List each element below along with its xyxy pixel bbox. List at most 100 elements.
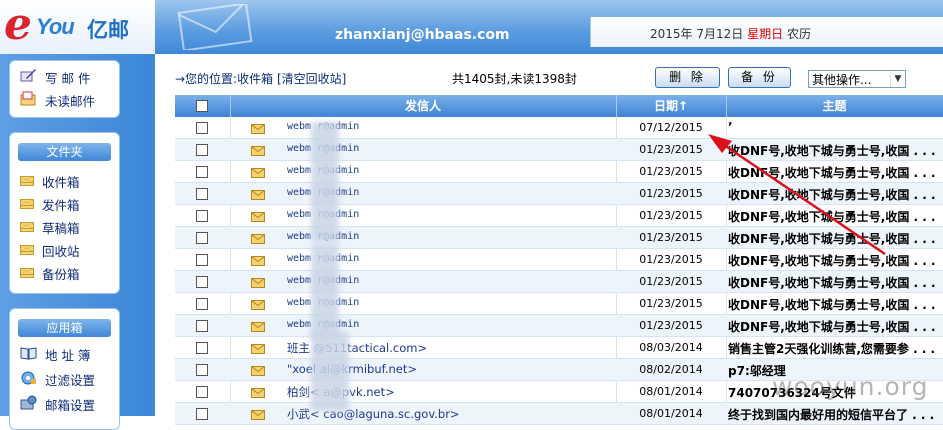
table-row[interactable]: webm r@admin01/23/2015收DNF号,收地下城与勇士号,收国 … bbox=[175, 293, 943, 315]
table-row[interactable]: webm r@admin01/23/2015收DNF号,收地下城与勇士号,收国 … bbox=[175, 249, 943, 271]
row-checkbox[interactable] bbox=[196, 210, 208, 222]
table-row[interactable]: webm r@admin01/23/2015收DNF号,收地下城与勇士号,收国 … bbox=[175, 315, 943, 337]
sidebar-item-label: 备份箱 bbox=[42, 266, 80, 282]
sidebar-item-filter[interactable]: 过滤设置 bbox=[20, 368, 95, 390]
row-checkbox[interactable] bbox=[196, 144, 208, 156]
sidebar-item-address-book[interactable]: 地 址 簿 bbox=[20, 343, 90, 365]
envelope-icon bbox=[251, 343, 265, 357]
sidebar-item-mail-settings[interactable]: 邮箱设置 bbox=[20, 393, 95, 415]
subject-link[interactable]: 收DNF号,收地下城与勇士号,收国 . . . bbox=[728, 252, 936, 269]
subject-link[interactable]: 收DNF号,收地下城与勇士号,收国 . . . bbox=[728, 274, 936, 291]
subject-link[interactable]: 收DNF号,收地下城与勇士号,收国 . . . bbox=[728, 208, 936, 225]
envelope-icon bbox=[20, 268, 34, 278]
sidebar-item-label: 回收站 bbox=[42, 243, 80, 259]
logo-e: e bbox=[4, 0, 32, 50]
logo: e You 亿邮 bbox=[0, 0, 155, 54]
mail-table-header: 发信人 日期↑ 主题 bbox=[175, 95, 943, 117]
breadcrumb: →您的位置:收件箱 [清空回收站] bbox=[175, 70, 346, 87]
sidebar-item-drafts[interactable]: 草稿箱 bbox=[20, 216, 80, 238]
subject-link[interactable]: 收DNF号,收地下城与勇士号,收国 . . . bbox=[728, 142, 936, 159]
subject-link[interactable]: 收DNF号,收地下城与勇士号,收国 . . . bbox=[728, 230, 936, 247]
empty-trash-link[interactable]: [清空回收站] bbox=[277, 72, 346, 86]
sidebar-item-backup[interactable]: 备份箱 bbox=[20, 262, 80, 284]
sender-column-header[interactable]: 发信人 bbox=[230, 95, 617, 117]
sidebar-item-inbox[interactable]: 收件箱 bbox=[20, 170, 80, 192]
row-checkbox[interactable] bbox=[196, 320, 208, 332]
row-checkbox[interactable] bbox=[196, 166, 208, 178]
date-cell: 01/23/2015 bbox=[639, 253, 703, 266]
table-row[interactable]: webm r@admin01/23/2015收DNF号,收地下城与勇士号,收国 … bbox=[175, 227, 943, 249]
subject-link[interactable]: 销售主管2天强化训练营,您需要参 . . . bbox=[728, 340, 935, 357]
backup-button[interactable]: 备 份 bbox=[728, 67, 791, 88]
chevron-down-icon[interactable]: ▼ bbox=[890, 71, 905, 87]
row-checkbox[interactable] bbox=[196, 298, 208, 310]
row-checkbox[interactable] bbox=[196, 188, 208, 200]
sidebar-item-label: 未读邮件 bbox=[45, 93, 96, 109]
sender-link[interactable]: 班主 @511tactical.com> bbox=[287, 340, 427, 356]
envelope-icon bbox=[20, 199, 34, 209]
date-cell: 08/03/2014 bbox=[639, 341, 703, 354]
subject-link[interactable]: 收DNF号,收地下城与勇士号,收国 . . . bbox=[728, 296, 936, 313]
filter-settings-icon bbox=[20, 370, 37, 388]
subject-link[interactable]: 收DNF号,收地下城与勇士号,收国 . . . bbox=[728, 186, 936, 203]
row-checkbox[interactable] bbox=[196, 254, 208, 266]
envelope-icon bbox=[251, 277, 265, 291]
other-operations-select[interactable]: 其他操作... ▼ bbox=[808, 70, 906, 88]
date-cell: 07/12/2015 bbox=[639, 121, 703, 134]
table-row[interactable]: webm r@admin01/23/2015收DNF号,收地下城与勇士号,收国 … bbox=[175, 183, 943, 205]
subject-link[interactable]: 收DNF号,收地下城与勇士号,收国 . . . bbox=[728, 318, 936, 335]
subject-link[interactable]: ’ bbox=[728, 120, 733, 134]
table-row[interactable]: webm r@admin01/23/2015收DNF号,收地下城与勇士号,收国 … bbox=[175, 139, 943, 161]
date-column-header[interactable]: 日期↑ bbox=[616, 95, 727, 117]
envelope-icon bbox=[251, 387, 265, 401]
row-checkbox[interactable] bbox=[196, 122, 208, 134]
row-checkbox[interactable] bbox=[196, 232, 208, 244]
table-row[interactable]: webm r@admin07/12/2015’ bbox=[175, 117, 943, 139]
date-cell: 01/23/2015 bbox=[639, 297, 703, 310]
select-all-checkbox[interactable] bbox=[196, 100, 208, 112]
envelope-icon bbox=[251, 365, 265, 379]
row-checkbox[interactable] bbox=[196, 408, 208, 420]
sidebar-item-trash[interactable]: 回收站 bbox=[20, 239, 80, 261]
row-checkbox[interactable] bbox=[196, 342, 208, 354]
envelope-decoration-icon bbox=[177, 4, 253, 50]
envelope-icon bbox=[251, 145, 265, 159]
mailbox-settings-icon bbox=[20, 395, 37, 413]
sidebar-item-outbox[interactable]: 发件箱 bbox=[20, 193, 80, 215]
envelope-icon bbox=[251, 211, 265, 225]
logo-text: 亿邮 bbox=[87, 18, 129, 42]
subject-link[interactable]: 终于找到国内最好用的短信平台了 . . . bbox=[728, 406, 934, 423]
subject-column-header[interactable]: 主题 bbox=[726, 95, 943, 117]
unread-mail-icon bbox=[20, 91, 37, 109]
folders-title: 文件夹 bbox=[18, 143, 111, 161]
date-cell: 01/23/2015 bbox=[639, 275, 703, 288]
row-checkbox[interactable] bbox=[196, 364, 208, 376]
write-mail-icon bbox=[20, 68, 37, 86]
breadcrumb-folder[interactable]: 收件箱 bbox=[237, 72, 273, 86]
privacy-blur bbox=[311, 331, 349, 411]
sidebar-item-compose[interactable]: 写 邮 件 bbox=[20, 66, 90, 88]
date-value: 2015年 7月12日 bbox=[650, 27, 744, 41]
envelope-icon bbox=[251, 299, 265, 313]
date-cell: 01/23/2015 bbox=[639, 319, 703, 332]
table-row[interactable]: 班主 @511tactical.com> 08/03/2014 销售主管2天强化训练… bbox=[175, 337, 943, 359]
lunar-calendar-link[interactable]: 农历 bbox=[787, 27, 811, 41]
sender-link[interactable]: "xoel al@krmibuf.net> bbox=[287, 362, 417, 376]
mail-count: 共1405封,未读1398封 bbox=[452, 72, 577, 86]
envelope-icon bbox=[20, 222, 34, 232]
logo-you: You bbox=[36, 14, 75, 39]
row-checkbox[interactable] bbox=[196, 276, 208, 288]
table-row[interactable]: 小武< cao@laguna.sc.gov.br> 08/01/2014 终于找到国… bbox=[175, 403, 943, 425]
table-row[interactable]: webm r@admin01/23/2015收DNF号,收地下城与勇士号,收国 … bbox=[175, 205, 943, 227]
sidebar-item-unread[interactable]: 未读邮件 bbox=[20, 89, 95, 111]
date-cell: 01/23/2015 bbox=[639, 165, 703, 178]
table-row[interactable]: webm r@admin01/23/2015收DNF号,收地下城与勇士号,收国 … bbox=[175, 161, 943, 183]
date-display: 2015年 7月12日 星期日 农历 bbox=[650, 25, 811, 42]
envelope-icon bbox=[251, 409, 265, 423]
table-row[interactable]: webm r@admin01/23/2015收DNF号,收地下城与勇士号,收国 … bbox=[175, 271, 943, 293]
delete-button[interactable]: 删 除 bbox=[655, 67, 720, 88]
apps-panel: 应用箱 地 址 簿 过滤设置 邮箱设置 bbox=[9, 308, 120, 430]
subject-link[interactable]: 收DNF号,收地下城与勇士号,收国 . . . bbox=[728, 164, 936, 181]
breadcrumb-prefix: →您的位置: bbox=[175, 72, 238, 86]
row-checkbox[interactable] bbox=[196, 386, 208, 398]
